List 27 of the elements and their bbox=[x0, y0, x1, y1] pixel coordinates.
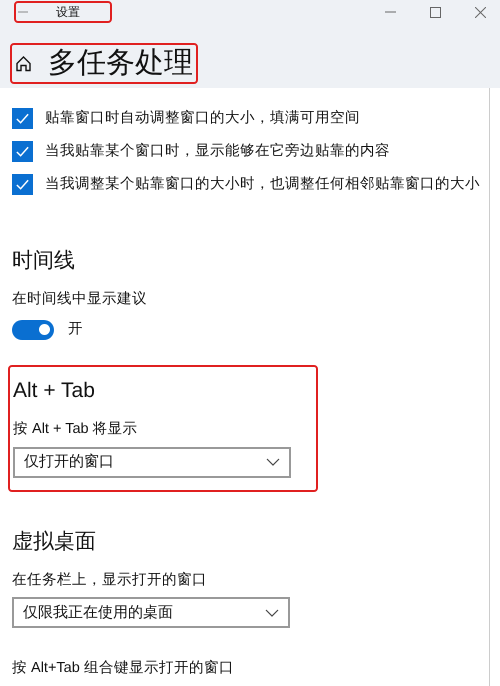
minimize-icon[interactable] bbox=[385, 11, 396, 13]
window-title: 设置 bbox=[56, 4, 80, 21]
dropdown[interactable]: 仅限我正在使用的桌面 bbox=[12, 597, 290, 628]
page-title: 多任务处理 bbox=[48, 49, 193, 78]
setting-label: 在任务栏上，显示打开的窗口 bbox=[12, 570, 208, 590]
section-heading: Alt + Tab bbox=[13, 378, 96, 404]
checkbox-label: 贴靠窗口时自动调整窗口的大小，填满可用空间 bbox=[45, 108, 360, 128]
checkbox[interactable] bbox=[12, 174, 33, 195]
checkbox-label: 当我贴靠某个窗口时，显示能够在它旁边贴靠的内容 bbox=[45, 142, 390, 161]
chevron-down-icon bbox=[266, 458, 280, 466]
maximize-icon[interactable] bbox=[430, 6, 441, 18]
close-icon[interactable] bbox=[475, 6, 486, 18]
dropdown[interactable]: 仅打开的窗口 bbox=[13, 446, 291, 478]
chevron-down-icon bbox=[265, 608, 279, 617]
checkbox-label: 当我调整某个贴靠窗口的大小时，也调整任何相邻贴靠窗口的大小 bbox=[45, 174, 480, 194]
setting-label: 按 Alt+Tab 组合键显示打开的窗口 bbox=[12, 658, 235, 678]
section-heading: 时间线 bbox=[12, 248, 76, 274]
section-heading: 虚拟桌面 bbox=[12, 528, 97, 554]
checkbox[interactable] bbox=[12, 108, 33, 130]
home-icon[interactable] bbox=[15, 55, 32, 72]
toggle-state-text: 开 bbox=[68, 320, 83, 339]
checkmark-icon bbox=[15, 144, 30, 160]
setting-label: 按 Alt + Tab 将显示 bbox=[13, 420, 139, 439]
checkbox[interactable] bbox=[12, 141, 33, 162]
toggle-switch[interactable] bbox=[12, 320, 54, 340]
checkmark-icon bbox=[15, 111, 30, 126]
setting-label: 在时间线中显示建议 bbox=[12, 290, 148, 310]
